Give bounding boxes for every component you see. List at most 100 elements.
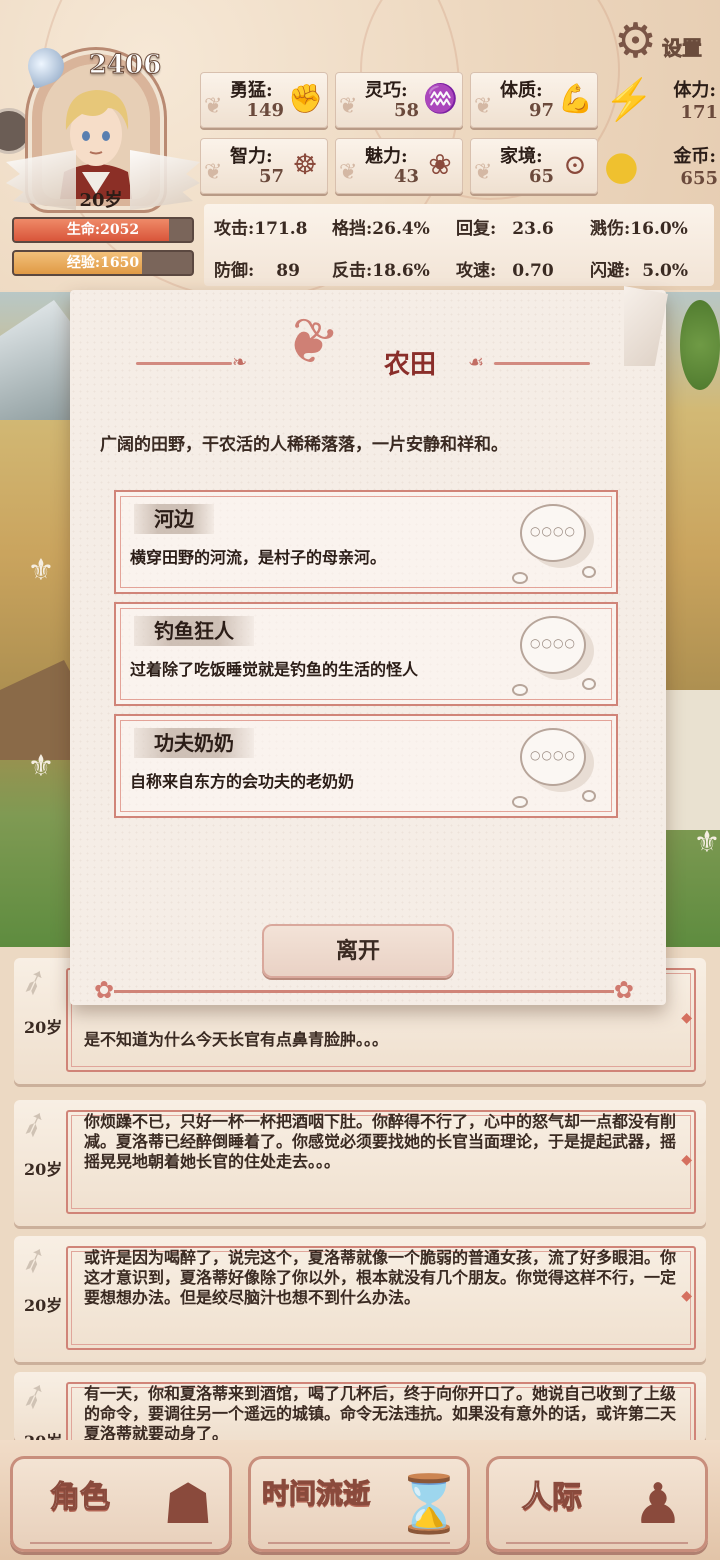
resource-value: 655 (680, 168, 718, 189)
log-entry: ➶ 20岁 或许是因为喝醉了，说完这个，夏洛蒂就像一个脆弱的普通女孩，流了好多眼… (14, 1236, 706, 1362)
nav-ornament (506, 1542, 688, 1544)
stat-value: 97 (528, 100, 554, 121)
nav-label: 时间流逝 (261, 1478, 370, 1510)
resource-value: 171 (680, 102, 718, 123)
stat-bravery[interactable]: ❦ 勇猛: 149 ✊ (200, 72, 328, 128)
option-kungfu-granny[interactable]: 功夫奶奶 自称来自东方的会功夫的老奶奶 ○○○○ (114, 714, 618, 818)
nav-ornament (30, 1542, 212, 1544)
log-entry: ➶ 20岁 有一天，你和夏洛蒂来到酒馆，喝了几杯后，终于向你开口了。她说自己收到… (14, 1372, 706, 1442)
resource-stamina[interactable]: ⚡ 体力: 171 (600, 72, 720, 128)
attr-block: 格挡:26.4% (332, 219, 430, 239)
log-entry: ➶ 20岁 你烦躁不已，只好一杯一杯把酒咽下肚。你醉得不行了，心中的怒气却一点都… (14, 1100, 706, 1226)
stat-label: 勇猛: (230, 80, 273, 101)
house-scenery (660, 690, 720, 830)
log-text: 你烦躁不已，只好一杯一杯把酒咽下肚。你醉得不行了，心中的怒气却一点都没有削减。夏… (84, 1112, 677, 1171)
speech-bubble-icon: ○○○○ (520, 616, 586, 674)
option-name: 功夫奶奶 (134, 728, 254, 758)
attr-attack: 攻击:171.8 (214, 219, 308, 239)
coin-hand-icon: ⊙ (563, 148, 587, 181)
speech-bubble-dot (582, 566, 596, 578)
dialog-bottom-ornament: ✿ ✿ (94, 976, 634, 1004)
feather-icon: ➶ (14, 1100, 55, 1148)
lotus-icon: ❀ (428, 148, 452, 181)
stat-label: 家境: (500, 146, 543, 167)
stat-intelligence[interactable]: ❦ 智力: 57 ☸ (200, 138, 328, 194)
speech-bubble-dot (512, 684, 528, 696)
feather-icon: ➶ (14, 1236, 55, 1284)
option-riverside[interactable]: 河边 横穿田野的河流，是村子的母亲河。 ○○○○ (114, 490, 618, 594)
attr-dodge: 闪避: 5.0% (590, 261, 689, 281)
nav-character[interactable]: 角色 ☗ (10, 1456, 232, 1552)
nav-relationships[interactable]: 人际 ♟ (486, 1456, 708, 1552)
stat-label: 体质: (500, 80, 543, 101)
hp-bar: 生命:2052 (12, 217, 194, 243)
option-name: 河边 (134, 504, 214, 534)
stat-label: 魅力: (365, 146, 408, 167)
attr-defense: 防御: 89 (214, 261, 300, 281)
nav-label: 角色 (49, 1479, 110, 1515)
title-flourish-right: ☙ (468, 352, 598, 376)
option-desc: 过着除了吃饭睡觉就是钓鱼的生活的怪人 (130, 660, 419, 679)
log-age: 20岁 (24, 1018, 63, 1037)
attr-counter: 反击:18.6% (332, 261, 430, 281)
player-score: 2406 (88, 50, 162, 81)
gear-icon: ⚙ (614, 13, 658, 69)
brain-icon: ☸ (292, 148, 318, 181)
stat-value: 149 (246, 100, 284, 121)
muscle-icon: 💪 (558, 82, 593, 115)
stat-value: 65 (528, 166, 554, 187)
speech-bubble-icon: ○○○○ (520, 504, 586, 562)
feather-icon: ➶ (14, 1372, 55, 1420)
map-location-pin-icon[interactable]: ⚜ (24, 744, 58, 790)
resource-gold[interactable]: ● 金币: 655 (600, 138, 720, 194)
log-age: 20岁 (24, 1160, 63, 1179)
dialog-description: 广阔的田野，干农活的人稀稀落落，一片安静和祥和。 (100, 435, 508, 455)
option-name: 钓鱼狂人 (134, 616, 254, 646)
stat-agility[interactable]: ❦ 灵巧: 58 ♒ (335, 72, 463, 128)
settings-label: 设置 (662, 36, 703, 61)
stat-charm[interactable]: ❦ 魅力: 43 ❀ (335, 138, 463, 194)
tree-scenery (680, 300, 720, 390)
map-location-pin-icon[interactable]: ⚜ (24, 548, 58, 594)
stat-label: 智力: (230, 146, 273, 167)
settings-button[interactable]: ⚙ 设置 (614, 16, 718, 68)
log-text: 有一天，你和夏洛蒂来到酒馆，喝了几杯后，终于向你开口了。她说自己收到了上级的命令… (84, 1384, 677, 1442)
option-desc: 横穿田野的河流，是村子的母亲河。 (130, 548, 387, 567)
option-desc: 自称来自东方的会功夫的老奶奶 (130, 772, 355, 791)
leave-button[interactable]: 离开 (262, 924, 454, 978)
stat-label: 灵巧: (365, 80, 408, 101)
speech-bubble-dot (512, 572, 528, 584)
exp-bar: 经验:1650 (12, 250, 194, 276)
people-icon: ♟ (632, 1472, 684, 1537)
resource-label: 金币: (673, 146, 716, 167)
map-location-pin-icon[interactable]: ⚜ (690, 820, 720, 866)
gold-coin-icon: ● (604, 143, 639, 189)
nav-ornament (268, 1542, 450, 1544)
stat-value: 57 (258, 166, 284, 187)
diamond-icon: ◆ (681, 1288, 692, 1304)
combat-attributes: 攻击:171.8 格挡:26.4% 回复: 23.6 溅伤:16.0% 防御: 89… (204, 204, 714, 286)
cloth-icon: ♒ (423, 82, 458, 115)
feather-icon: ➶ (14, 958, 55, 1006)
attr-splash: 溅伤:16.0% (590, 219, 688, 239)
attr-attack-speed: 攻速: 0.70 (456, 261, 554, 281)
resource-label: 体力: (673, 80, 716, 101)
player-age: 20岁 (79, 190, 123, 211)
log-text: 或许是因为喝醉了，说完这个，夏洛蒂就像一个脆弱的普通女孩，流了好多眼泪。你这才意… (84, 1248, 677, 1307)
option-fishing-fanatic[interactable]: 钓鱼狂人 过着除了吃饭睡觉就是钓鱼的生活的怪人 ○○○○ (114, 602, 618, 706)
character-icon: ☗ (162, 1472, 214, 1537)
stat-family[interactable]: ❦ 家境: 65 ⊙ (470, 138, 598, 194)
hp-label: 生命:2052 (66, 222, 140, 238)
attr-regen: 回复: 23.6 (456, 219, 554, 239)
nav-label: 人际 (521, 1479, 582, 1515)
exp-label: 经验:1650 (66, 255, 140, 271)
speech-bubble-dot (582, 790, 596, 802)
diamond-icon: ◆ (681, 1010, 692, 1026)
speech-bubble-dot (582, 678, 596, 690)
stat-constitution[interactable]: ❦ 体质: 97 💪 (470, 72, 598, 128)
log-age: 20岁 (24, 1296, 63, 1315)
stat-value: 43 (393, 166, 419, 187)
nav-time-passes[interactable]: 时间流逝 ⌛ (248, 1456, 470, 1552)
speech-bubble-dot (512, 796, 528, 808)
diamond-icon: ◆ (681, 1152, 692, 1168)
